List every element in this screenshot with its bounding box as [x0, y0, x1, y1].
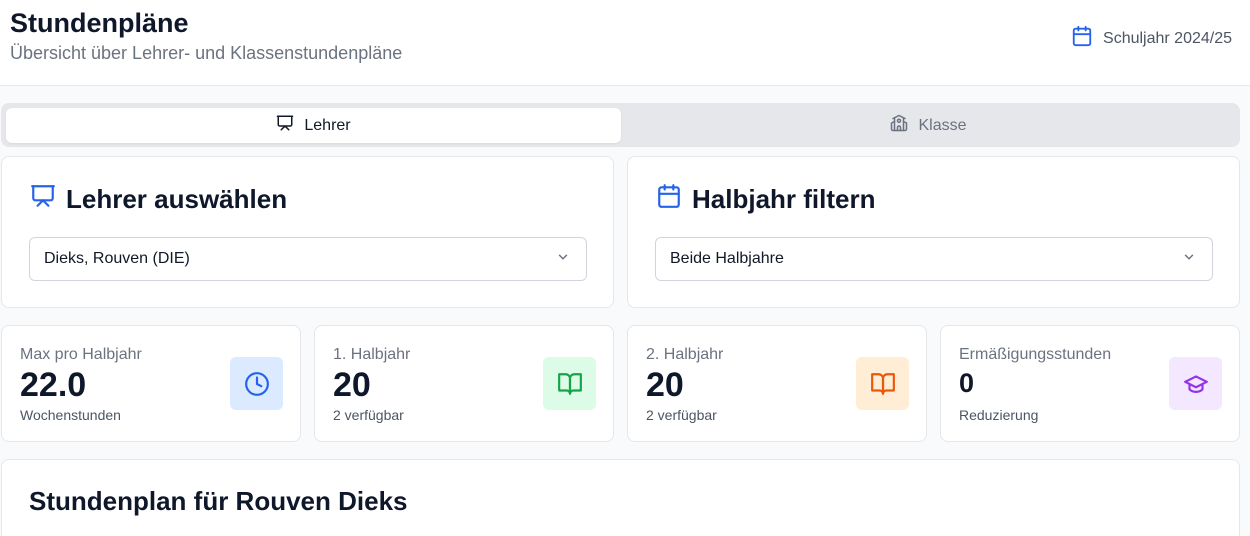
page-subtitle: Übersicht über Lehrer- und Klassenstunde…	[10, 43, 403, 63]
teacher-select-value: Dieks, Rouven (DIE)	[44, 250, 190, 267]
calendar-icon	[1071, 25, 1093, 52]
schedule-title: Stundenplan für Rouven Dieks	[29, 486, 408, 516]
stat-value: 0	[959, 368, 975, 398]
stat-value: 20	[646, 366, 684, 404]
semester-select[interactable]: Beide Halbjahre	[655, 237, 1213, 281]
tab-klasse-label: Klasse	[918, 116, 967, 134]
stat-sub: Reduzierung	[959, 407, 1039, 423]
stat-card-ermaessigung: Ermäßigungsstunden 0 Reduzierung	[940, 325, 1240, 442]
school-year-label: Schuljahr 2024/25	[1103, 29, 1232, 47]
view-tabs: Lehrer Klasse	[1, 103, 1240, 147]
page-header: Stundenpläne Übersicht über Lehrer- und …	[0, 0, 1250, 86]
stat-sub: 2 verfügbar	[646, 407, 717, 423]
semester-filter-card: Halbjahr filtern Beide Halbjahre	[627, 156, 1240, 308]
calendar-icon	[656, 183, 682, 216]
school-icon	[890, 114, 908, 137]
stat-sub: Wochenstunden	[20, 407, 121, 423]
schedule-card: Stundenplan für Rouven Dieks	[1, 459, 1240, 536]
tab-lehrer[interactable]: Lehrer	[6, 108, 621, 143]
teacher-select-card: Lehrer auswählen Dieks, Rouven (DIE)	[1, 156, 614, 308]
stat-value: 20	[333, 366, 371, 404]
chevron-down-icon	[556, 250, 570, 269]
page-title: Stundenpläne	[10, 8, 189, 38]
semester-select-value: Beide Halbjahre	[670, 250, 784, 267]
stat-value: 22.0	[20, 366, 87, 404]
graduation-cap-icon	[1169, 357, 1222, 410]
tab-klasse[interactable]: Klasse	[621, 108, 1236, 143]
presentation-icon	[30, 183, 56, 216]
presentation-icon	[276, 114, 294, 137]
teacher-select-heading: Lehrer auswählen	[30, 183, 287, 216]
stat-label: Ermäßigungsstunden	[959, 346, 1112, 363]
stat-sub: 2 verfügbar	[333, 407, 404, 423]
book-open-icon	[543, 357, 596, 410]
stat-card-halbjahr-2: 2. Halbjahr 20 2 verfügbar	[627, 325, 927, 442]
teacher-select[interactable]: Dieks, Rouven (DIE)	[29, 237, 587, 281]
tab-lehrer-label: Lehrer	[304, 116, 351, 134]
stat-label: 1. Halbjahr	[333, 346, 411, 363]
clock-icon	[230, 357, 283, 410]
teacher-select-title: Lehrer auswählen	[66, 184, 288, 214]
semester-filter-title: Halbjahr filtern	[692, 184, 876, 214]
book-open-icon	[856, 357, 909, 410]
stat-card-max: Max pro Halbjahr 22.0 Wochenstunden	[1, 325, 301, 442]
semester-filter-heading: Halbjahr filtern	[656, 183, 875, 216]
stat-label: Max pro Halbjahr	[20, 346, 142, 363]
chevron-down-icon	[1182, 250, 1196, 269]
stat-card-halbjahr-1: 1. Halbjahr 20 2 verfügbar	[314, 325, 614, 442]
school-year-badge: Schuljahr 2024/25	[1071, 25, 1232, 52]
stat-label: 2. Halbjahr	[646, 346, 724, 363]
